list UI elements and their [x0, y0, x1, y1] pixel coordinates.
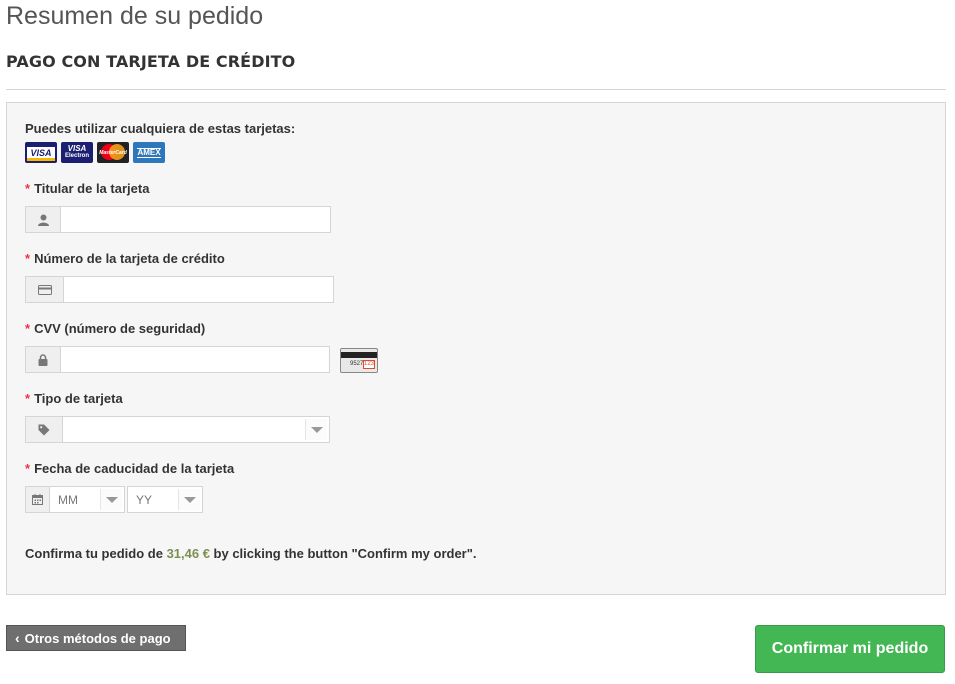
credit-card-icon — [25, 276, 63, 303]
required-marker: * — [25, 321, 31, 336]
holder-input-group — [25, 206, 331, 233]
order-total: 31,46 € — [166, 546, 210, 561]
accepted-cards-logos: VISA VISA Electron MasterCard AMEX — [25, 142, 165, 163]
cvv-input-group — [25, 346, 330, 373]
order-confirm-text: Confirma tu pedido de 31,46 € by clickin… — [25, 546, 477, 561]
cvv-hint-card-icon: 9527 123 — [340, 348, 378, 373]
card-type-input-group — [25, 416, 330, 443]
cvv-label: * CVV (número de seguridad) — [25, 321, 206, 336]
required-marker: * — [25, 181, 31, 196]
confirm-order-button[interactable]: Confirmar mi pedido — [755, 625, 945, 673]
chevron-down-icon — [305, 419, 327, 440]
tag-icon — [25, 416, 62, 443]
holder-label: * Titular de la tarjeta — [25, 181, 150, 196]
page-subtitle: PAGO CON TARJETA DE CRÉDITO — [6, 52, 296, 71]
holder-input[interactable] — [60, 206, 331, 233]
payment-form-box: Puedes utilizar cualquiera de estas tarj… — [6, 102, 946, 595]
expiry-input-group: MM YY — [25, 486, 203, 513]
visa-logo: VISA — [25, 142, 57, 163]
card-number-input[interactable] — [63, 276, 334, 303]
required-marker: * — [25, 461, 31, 476]
required-marker: * — [25, 251, 31, 266]
card-number-input-group — [25, 276, 334, 303]
amex-logo: AMEX — [133, 142, 165, 163]
title-divider — [6, 89, 946, 90]
card-type-label: * Tipo de tarjeta — [25, 391, 123, 406]
chevron-left-icon: ‹ — [15, 630, 20, 646]
user-icon — [25, 206, 60, 233]
card-number-label: * Número de la tarjeta de crédito — [25, 251, 225, 266]
accepted-cards-label: Puedes utilizar cualquiera de estas tarj… — [25, 121, 296, 136]
card-type-select[interactable] — [62, 416, 330, 443]
chevron-down-icon — [178, 489, 200, 510]
expiry-year-select[interactable]: YY — [127, 486, 203, 513]
required-marker: * — [25, 391, 31, 406]
expiry-label: * Fecha de caducidad de la tarjeta — [25, 461, 235, 476]
cvv-input[interactable] — [60, 346, 330, 373]
visa-electron-logo: VISA Electron — [61, 142, 93, 163]
expiry-month-select[interactable]: MM — [49, 486, 125, 513]
mastercard-logo: MasterCard — [97, 142, 129, 163]
page-title: Resumen de su pedido — [6, 2, 264, 30]
lock-icon — [25, 346, 60, 373]
chevron-down-icon — [100, 489, 122, 510]
other-payment-methods-button[interactable]: ‹ Otros métodos de pago — [6, 625, 186, 651]
calendar-icon — [25, 486, 49, 513]
